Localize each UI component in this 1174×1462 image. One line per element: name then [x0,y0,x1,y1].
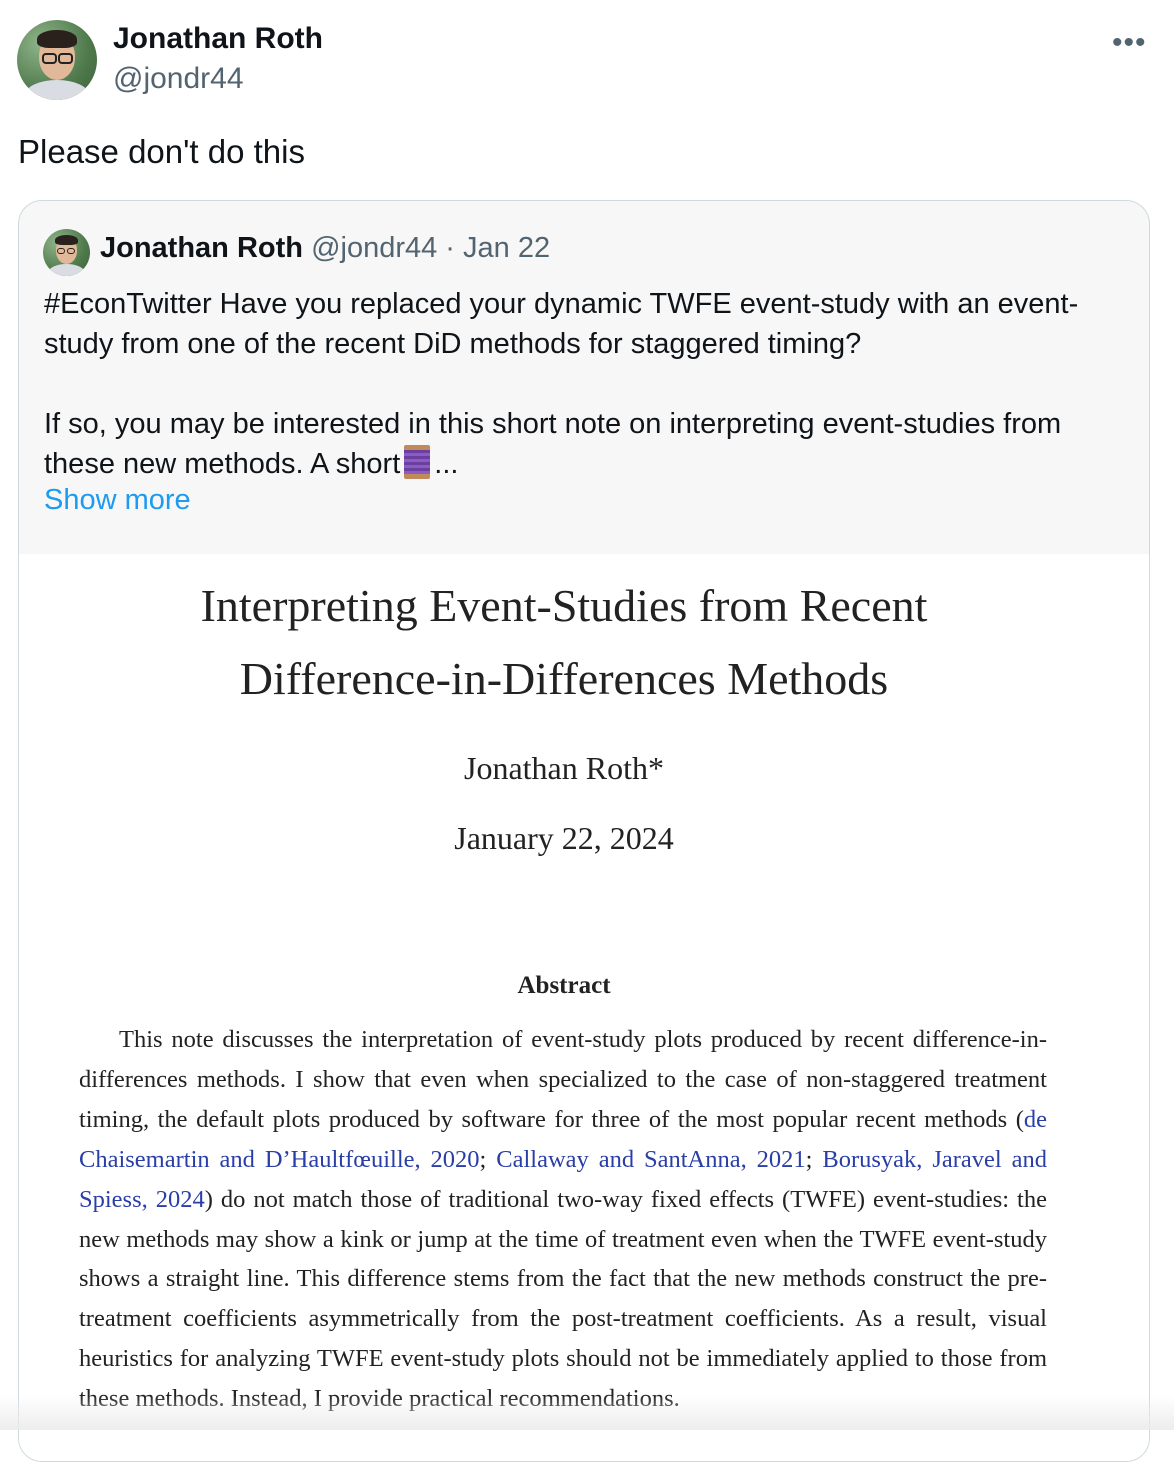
paper-image[interactable]: Interpreting Event-Studies from Recent D… [19,554,1149,1461]
author-handle[interactable]: @jondr44 [113,62,244,96]
citation-separator: ; [479,1145,497,1173]
quoted-tweet-date[interactable]: Jan 22 [463,232,550,264]
quoted-tweet-body: #EconTwitter Have you replaced your dyna… [44,284,1124,484]
paper-title-line-1: Interpreting Event-Studies from Recent [200,580,928,631]
author-name[interactable]: Jonathan Roth [113,22,323,56]
more-options-icon[interactable]: ••• [1112,26,1152,59]
abstract-part-2: ) do not match those of traditional two-… [79,1185,1047,1413]
quoted-tweet-header: Jonathan Roth @jondr44 · Jan 22 [100,232,550,265]
paper-title: Interpreting Event-Studies from Recent D… [19,569,1109,715]
avatar-shirt [48,264,85,276]
avatar-hair [55,235,78,245]
paper-author: Jonathan Roth* [464,750,664,786]
citation-separator: ; [805,1145,823,1173]
citation-2: Callaway and SantAnna, 2021 [496,1145,806,1173]
author-avatar[interactable] [17,20,97,100]
quoted-paragraph-2-text: If so, you may be interested in this sho… [44,408,1062,480]
avatar-glasses-left [57,248,65,254]
avatar-glasses-right [67,248,75,254]
show-more-link[interactable]: Show more [44,484,191,517]
paper-title-line-2: Difference-in-Differences Methods [239,653,889,704]
quoted-author-handle[interactable]: @jondr44 [311,232,437,264]
paper-date: January 22, 2024 [454,820,674,856]
quoted-author-name[interactable]: Jonathan Roth [100,232,303,264]
avatar-glasses-left [42,53,57,64]
quoted-paragraph-2: If so, you may be interested in this sho… [44,404,1124,484]
quoted-paragraph-1: #EconTwitter Have you replaced your dyna… [44,288,1079,360]
avatar-glasses-right [58,53,73,64]
ellipsis: ... [434,448,459,480]
tweet-text: Please don't do this [18,133,305,170]
thread-spool-icon [404,445,431,479]
abstract-part-1: This note discusses the interpretation o… [79,1026,1047,1133]
header-separator: · [437,232,464,264]
quoted-tweet-card[interactable]: Jonathan Roth @jondr44 · Jan 22 #EconTwi… [18,200,1150,1462]
bottom-fade [0,1395,1174,1430]
abstract-text: This note discusses the interpretation o… [79,1020,1047,1419]
avatar-shirt [25,80,89,100]
quoted-author-avatar[interactable] [43,229,90,276]
abstract-heading: Abstract [517,972,611,999]
avatar-hair [37,30,77,48]
